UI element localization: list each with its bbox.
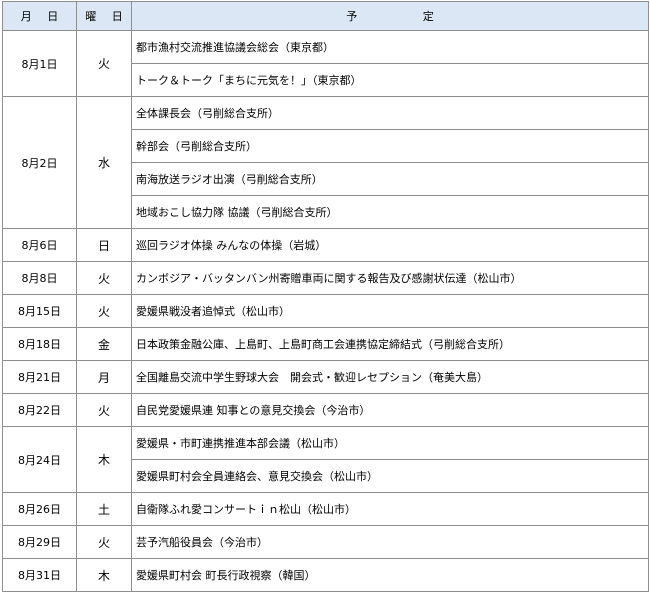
date-cell: 8月31日 bbox=[2, 558, 77, 592]
weekday-cell: 日 bbox=[76, 228, 132, 262]
table-row: 8月22日火自民党愛媛県連 知事との意見交換会（今治市） bbox=[2, 393, 649, 427]
plan-cell: 全体課長会（弓削総合支所） bbox=[131, 96, 649, 130]
header-day: 曜 日 bbox=[76, 1, 132, 31]
date-cell: 8月2日 bbox=[2, 96, 77, 229]
plan-cell: 全国離島交流中学生野球大会 開会式・歓迎レセプション（奄美大島） bbox=[131, 360, 649, 394]
plan-cell: カンボジア・バッタンバン州寄贈車両に関する報告及び感謝状伝達（松山市） bbox=[131, 261, 649, 295]
header-plan: 予 定 bbox=[131, 1, 649, 31]
plan-cell: 自衛隊ふれ愛コンサートｉｎ松山（松山市） bbox=[131, 492, 649, 526]
date-cell: 8月22日 bbox=[2, 393, 77, 427]
weekday-cell: 火 bbox=[76, 30, 132, 97]
table-row: 8月8日火カンボジア・バッタンバン州寄贈車両に関する報告及び感謝状伝達（松山市） bbox=[2, 261, 649, 295]
plan-cell: 地域おこし協力隊 協議（弓削総合支所） bbox=[131, 195, 649, 229]
table-row: 8月18日金日本政策金融公庫、上島町、上島町商工会連携協定締結式（弓削総合支所） bbox=[2, 327, 649, 361]
weekday-cell: 火 bbox=[76, 261, 132, 295]
plan-cell: 巡回ラジオ体操 みんなの体操（岩城） bbox=[131, 228, 649, 262]
plan-cell: 芸予汽船役員会（今治市） bbox=[131, 525, 649, 559]
table-row: 8月29日火芸予汽船役員会（今治市） bbox=[2, 525, 649, 559]
date-cell: 8月29日 bbox=[2, 525, 77, 559]
date-cell: 8月24日 bbox=[2, 426, 77, 493]
plan-cell: 愛媛県町村会全員連絡会、意見交換会（松山市） bbox=[131, 459, 649, 493]
schedule-body: 8月1日火都市漁村交流推進協議会総会（東京都） トーク＆トーク「まちに元気を！」（… bbox=[2, 30, 649, 592]
plan-cell: 自民党愛媛県連 知事との意見交換会（今治市） bbox=[131, 393, 649, 427]
plan-cell: トーク＆トーク「まちに元気を！」（東京都） bbox=[131, 63, 649, 97]
weekday-cell: 火 bbox=[76, 525, 132, 559]
weekday-cell: 木 bbox=[76, 558, 132, 592]
header-date: 月 日 bbox=[2, 1, 77, 31]
table-row: 8月24日木愛媛県・市町連携推進本部会議（松山市） bbox=[2, 426, 649, 493]
plan-cell: 愛媛県町村会 町長行政視察（韓国） bbox=[131, 558, 649, 592]
schedule-container: 月 日 曜 日 予 定 8月1日火都市漁村交流推進協議会総会（東京都） トーク＆ト… bbox=[2, 1, 649, 592]
table-row: 8月26日土自衛隊ふれ愛コンサートｉｎ松山（松山市） bbox=[2, 492, 649, 526]
plan-cell: 愛媛県・市町連携推進本部会議（松山市） bbox=[131, 426, 649, 460]
date-cell: 8月18日 bbox=[2, 327, 77, 361]
weekday-cell: 木 bbox=[76, 426, 132, 493]
schedule-table: 月 日 曜 日 予 定 8月1日火都市漁村交流推進協議会総会（東京都） トーク＆ト… bbox=[2, 1, 649, 592]
table-row: 8月15日火愛媛県戦没者追悼式（松山市） bbox=[2, 294, 649, 328]
weekday-cell: 水 bbox=[76, 96, 132, 229]
table-row: 8月1日火都市漁村交流推進協議会総会（東京都） bbox=[2, 30, 649, 97]
plan-cell: 南海放送ラジオ出演（弓削総合支所） bbox=[131, 162, 649, 196]
weekday-cell: 土 bbox=[76, 492, 132, 526]
plan-cell: 日本政策金融公庫、上島町、上島町商工会連携協定締結式（弓削総合支所） bbox=[131, 327, 649, 361]
weekday-cell: 金 bbox=[76, 327, 132, 361]
date-cell: 8月26日 bbox=[2, 492, 77, 526]
weekday-cell: 火 bbox=[76, 294, 132, 328]
plan-cell: 愛媛県戦没者追悼式（松山市） bbox=[131, 294, 649, 328]
header-row: 月 日 曜 日 予 定 bbox=[2, 1, 649, 31]
weekday-cell: 火 bbox=[76, 393, 132, 427]
date-cell: 8月15日 bbox=[2, 294, 77, 328]
date-cell: 8月21日 bbox=[2, 360, 77, 394]
table-row: 8月31日木愛媛県町村会 町長行政視察（韓国） bbox=[2, 558, 649, 592]
date-cell: 8月8日 bbox=[2, 261, 77, 295]
plan-cell: 都市漁村交流推進協議会総会（東京都） bbox=[131, 30, 649, 64]
date-cell: 8月1日 bbox=[2, 30, 77, 97]
date-cell: 8月6日 bbox=[2, 228, 77, 262]
plan-cell: 幹部会（弓削総合支所） bbox=[131, 129, 649, 163]
table-row: 8月6日日巡回ラジオ体操 みんなの体操（岩城） bbox=[2, 228, 649, 262]
table-row: 8月21日月全国離島交流中学生野球大会 開会式・歓迎レセプション（奄美大島） bbox=[2, 360, 649, 394]
weekday-cell: 月 bbox=[76, 360, 132, 394]
table-row: 8月2日水全体課長会（弓削総合支所） bbox=[2, 96, 649, 229]
